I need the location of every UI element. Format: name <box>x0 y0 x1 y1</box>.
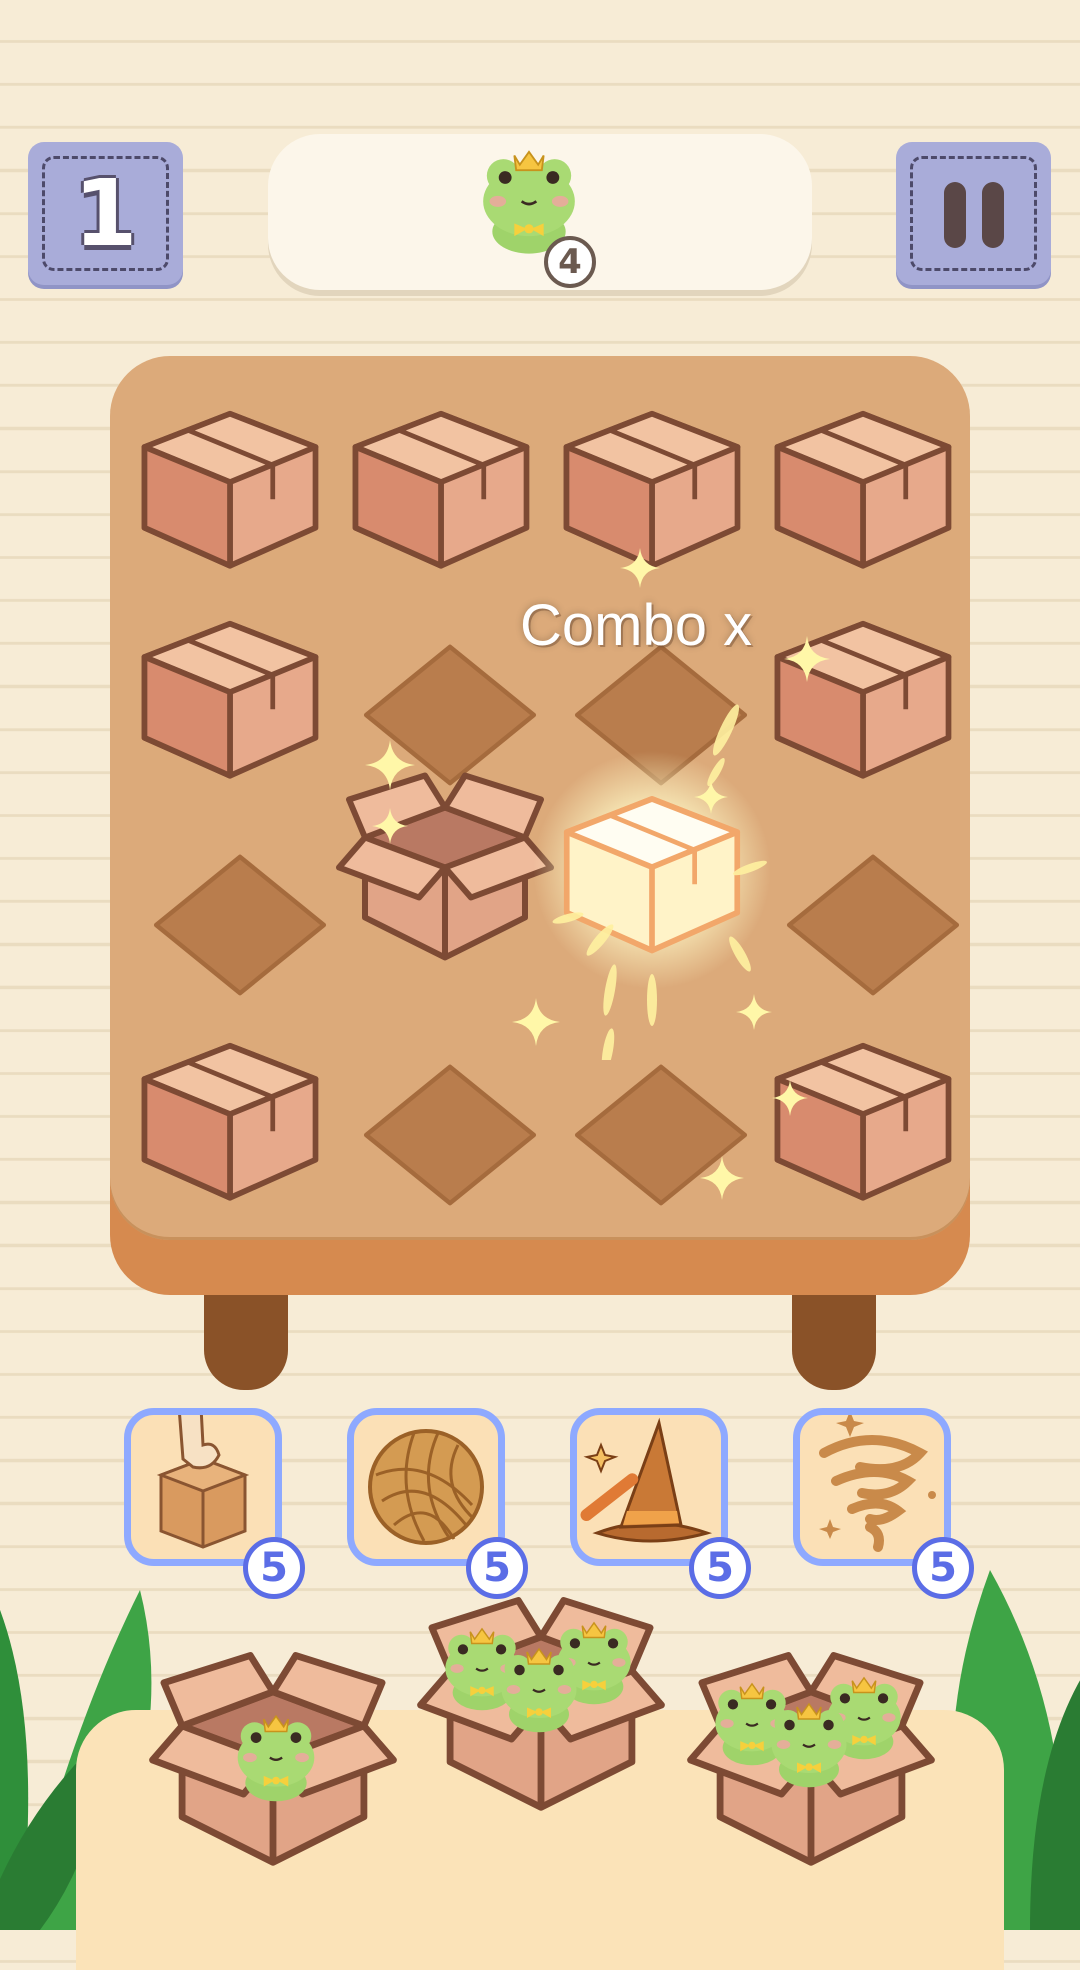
combo-text: Combo x <box>520 593 753 658</box>
tray-box[interactable] <box>416 1585 666 1825</box>
pause-button[interactable] <box>896 142 1051 285</box>
booster-wizard-hat[interactable]: 5 <box>570 1408 751 1599</box>
tray-box[interactable] <box>148 1640 398 1880</box>
closed-box[interactable] <box>135 600 325 790</box>
open-box[interactable] <box>335 760 555 975</box>
empty-slot <box>574 1064 748 1206</box>
booster-count: 5 <box>243 1537 305 1599</box>
booster-yarn[interactable]: 5 <box>347 1408 528 1599</box>
tray-box[interactable] <box>686 1640 936 1880</box>
closed-box[interactable] <box>346 390 536 580</box>
closed-box[interactable] <box>768 390 958 580</box>
closed-box[interactable] <box>135 390 325 580</box>
sparkle-icon <box>784 636 830 682</box>
frog-icon <box>494 1643 584 1733</box>
yarn-ball-icon <box>368 1429 484 1545</box>
pause-frame <box>910 156 1037 271</box>
sparkle-icon <box>700 1156 744 1200</box>
booster-count: 5 <box>689 1537 751 1599</box>
sparkle-icon <box>772 1080 808 1116</box>
level-number: 1 <box>73 160 138 267</box>
closed-box[interactable] <box>135 1022 325 1212</box>
booster-tornado[interactable]: 5 <box>793 1408 974 1599</box>
empty-slot <box>153 854 327 996</box>
level-indicator: 1 <box>28 142 183 285</box>
sparkle-icon <box>620 548 660 588</box>
empty-slot <box>786 854 960 996</box>
goal-count-badge: 4 <box>544 236 596 288</box>
wizard-hat-icon <box>580 1417 713 1543</box>
empty-slot <box>363 1064 537 1206</box>
closed-box[interactable] <box>768 1022 958 1212</box>
frog-icon <box>764 1698 854 1788</box>
closed-box[interactable] <box>768 600 958 790</box>
burst-effect <box>552 704 767 1060</box>
sparkle-icon <box>372 808 408 844</box>
goal-panel: 4 <box>268 134 812 290</box>
sparkle-icon <box>365 740 415 790</box>
frog-icon <box>230 1710 322 1802</box>
tornado-icon <box>819 1411 936 1552</box>
